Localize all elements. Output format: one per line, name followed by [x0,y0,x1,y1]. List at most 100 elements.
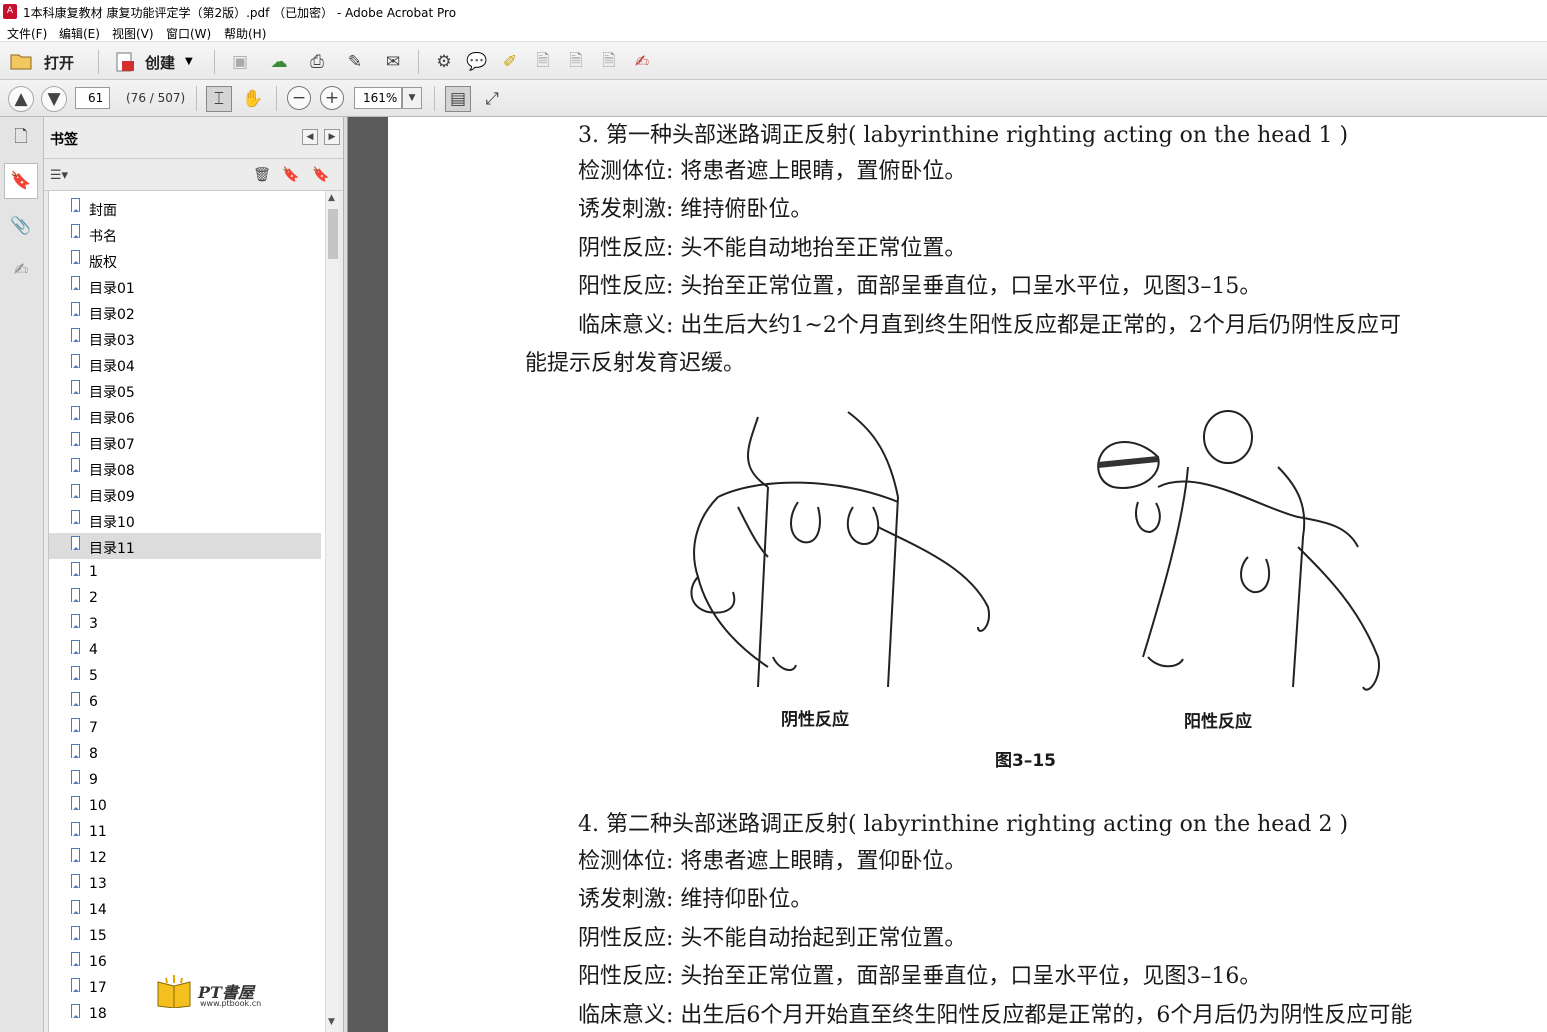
bookmark-icon [71,588,80,602]
bookmark-item[interactable]: 目录08 [49,455,321,481]
options-menu-icon[interactable]: ☰▾ [46,165,72,185]
settings-gear-icon[interactable]: ⚙ [431,50,457,74]
bookmark-item[interactable]: 4 [49,637,321,663]
zoom-out-icon[interactable]: − [287,86,311,110]
menu-edit[interactable]: 编辑(E) [59,25,100,42]
select-cursor-icon[interactable]: ⌶ [206,86,232,112]
menu-help[interactable]: 帮助(H) [224,25,266,42]
bookmark-item[interactable]: 目录05 [49,377,321,403]
create-button[interactable]: 创建 [145,52,175,73]
bookmark-item[interactable]: 11 [49,819,321,845]
highlight-pen-icon[interactable]: ✐ [497,50,523,74]
new-bookmark-icon[interactable]: 🔖 [280,165,302,185]
bookmark-scrollbar[interactable]: ▲ ▼ [325,191,338,1032]
scroll-down-icon[interactable]: ▼ [328,1017,335,1027]
bookmark-label: 目录09 [89,489,135,505]
bookmark-icon [71,770,80,784]
text-line: 检测体位: 将患者遮上眼睛，置仰卧位。 [578,849,967,874]
open-folder-icon[interactable] [8,50,36,72]
scroll-up-icon[interactable]: ▲ [328,193,335,203]
create-dropdown-icon[interactable]: ▼ [185,56,193,67]
bookmark-item[interactable]: 目录02 [49,299,321,325]
print-icon[interactable]: ⎙ [304,50,330,74]
page-number-input[interactable]: 61 [75,87,110,109]
attachments-paperclip-icon[interactable]: 📎 [8,211,34,241]
zoom-dropdown-icon[interactable]: ▼ [402,87,422,109]
bookmark-item[interactable]: 7 [49,715,321,741]
bookmark-icon [71,510,80,524]
expand-bookmark-icon[interactable]: 🔖 [310,165,332,185]
edit-document-icon[interactable]: ✎ [342,50,368,74]
bookmark-item[interactable]: 目录10 [49,507,321,533]
text-line: 诱发刺激: 维持仰卧位。 [578,887,813,912]
bookmark-item[interactable]: 12 [49,845,321,871]
delete-bookmark-icon[interactable]: 🗑 [252,165,272,185]
document-export-icon[interactable]: 🗎 [596,50,622,74]
bookmark-item[interactable]: 13 [49,871,321,897]
window-title: 1本科康复教材 康复功能评定学（第2版）.pdf （已加密） - Adobe A… [23,6,457,20]
bookmark-item[interactable]: 10 [49,793,321,819]
fit-page-icon[interactable]: ▤ [445,86,471,112]
expand-panel-icon[interactable]: ▶ [324,129,340,145]
document-delete-icon[interactable]: 🗎 [530,50,556,74]
bookmark-icon [71,718,80,732]
bookmark-item[interactable]: 6 [49,689,321,715]
bookmark-item[interactable]: 16 [49,949,321,975]
collapse-panel-icon[interactable]: ◀ [302,129,318,145]
hand-tool-icon[interactable]: ✋ [240,86,266,112]
bookmark-item[interactable]: 5 [49,663,321,689]
zoom-input[interactable]: 161% [354,87,402,109]
previous-page-icon[interactable]: ▲ [8,86,34,112]
bookmark-icon [71,484,80,498]
acrobat-app-icon: A [3,4,17,19]
bookmark-label: 目录04 [89,359,135,375]
bookmark-icon [71,744,80,758]
fit-width-icon[interactable]: ⤢ [479,86,505,112]
create-pdf-icon[interactable] [112,50,138,74]
menu-window[interactable]: 窗口(W) [166,25,211,42]
document-search-icon[interactable]: 🗎 [563,50,589,74]
bookmark-item[interactable]: 14 [49,897,321,923]
save-icon[interactable]: ▣ [228,50,252,74]
bookmark-item[interactable]: 目录01 [49,273,321,299]
upload-cloud-icon[interactable]: ☁ [266,50,292,74]
menu-file[interactable]: 文件(F) [7,25,47,42]
page-thumbnails-icon[interactable]: 🗋 [8,123,34,153]
menu-view[interactable]: 视图(V) [112,25,154,42]
comment-icon[interactable]: 💬 [464,50,490,74]
bookmark-item[interactable]: 目录03 [49,325,321,351]
bookmark-icon [71,562,80,576]
bookmark-item[interactable]: 1 [49,559,321,585]
bookmarks-panel-icon[interactable]: 🔖 [4,163,38,199]
bookmark-item[interactable]: 目录09 [49,481,321,507]
next-page-icon[interactable]: ▼ [41,86,67,112]
zoom-in-icon[interactable]: + [320,86,344,110]
bookmark-label: 9 [89,772,98,788]
bookmark-item[interactable]: 3 [49,611,321,637]
bookmark-item[interactable]: 版权 [49,247,321,273]
signatures-icon[interactable]: ✍ [8,255,34,285]
bookmark-item[interactable]: 15 [49,923,321,949]
bookmark-item[interactable]: 书名 [49,221,321,247]
bookmark-label: 目录07 [89,437,135,453]
open-button[interactable]: 打开 [44,52,74,73]
bookmark-item[interactable]: 9 [49,767,321,793]
text-line: 阴性反应: 头不能自动地抬至正常位置。 [578,236,967,261]
bookmark-label: 2 [89,590,98,606]
email-icon[interactable]: ✉ [380,50,406,74]
figure-positive-reaction-illustration [1097,410,1380,691]
bookmark-item[interactable]: 8 [49,741,321,767]
bookmark-item[interactable]: 目录07 [49,429,321,455]
bookmark-item[interactable]: 目录06 [49,403,321,429]
scroll-thumb[interactable] [328,209,338,259]
bookmarks-panel: 书签 ◀ ▶ ☰▾ 🗑 🔖 🔖 封面 书名 版权 目录01 目录02 目录03 目录04 目录… [44,117,343,1032]
bookmark-item[interactable]: 目录11 [49,533,321,559]
watermark-url: www.ptbook.cn [200,999,262,1008]
bookmark-icon [71,796,80,810]
bookmark-icon [71,380,80,394]
bookmark-icon [71,666,80,680]
sign-document-icon[interactable]: ✍ [629,50,655,74]
bookmark-item[interactable]: 目录04 [49,351,321,377]
bookmark-item[interactable]: 封面 [49,195,321,221]
bookmark-item[interactable]: 2 [49,585,321,611]
